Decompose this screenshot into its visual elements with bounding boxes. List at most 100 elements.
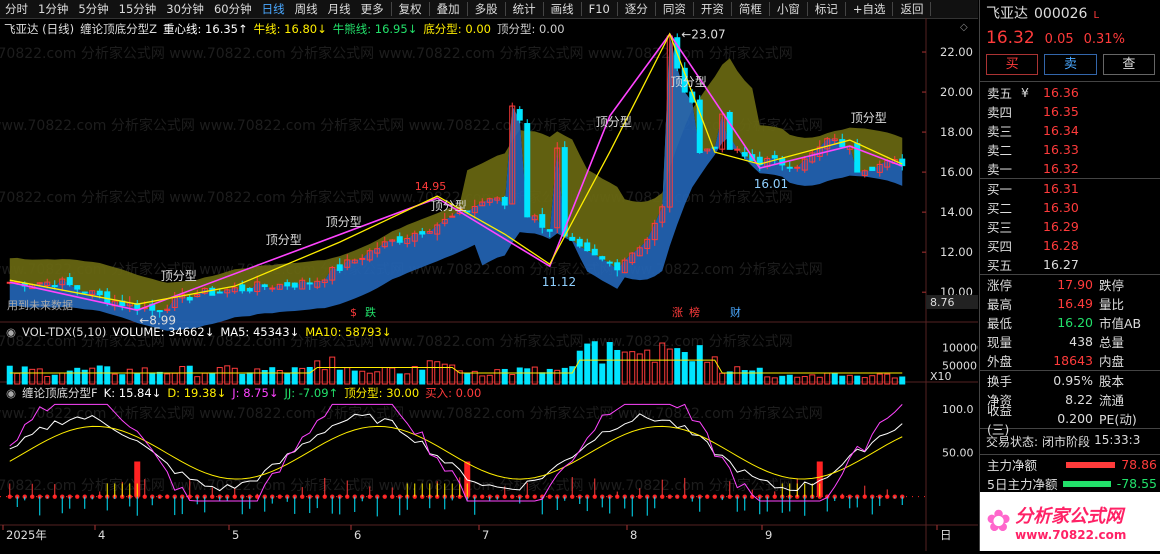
volume-bar[interactable] [606, 342, 613, 385]
volume-bar[interactable] [351, 370, 358, 385]
volume-bar[interactable] [576, 350, 583, 385]
volume-bar[interactable] [284, 372, 291, 385]
bid-row[interactable]: 买五 16.27 [980, 255, 1160, 274]
volume-bar[interactable] [636, 353, 643, 385]
volume-bar[interactable] [516, 367, 523, 385]
toolbar-tool-12[interactable]: +自选 [848, 1, 891, 17]
volume-bar[interactable] [644, 349, 651, 385]
toolbar-tool-4[interactable]: 画线 [546, 1, 579, 17]
kdj-indicator-name[interactable]: 缠论顶底分型F [22, 385, 98, 401]
volume-bar[interactable] [651, 361, 658, 385]
candle-body[interactable] [726, 111, 733, 150]
volume-bar[interactable] [194, 376, 201, 385]
volume-bar[interactable] [509, 374, 516, 385]
volume-bar[interactable] [816, 376, 823, 385]
candle-body[interactable] [306, 282, 313, 285]
volume-bar[interactable] [336, 369, 343, 385]
event-mark[interactable]: 财 [730, 305, 741, 319]
volume-bar[interactable] [546, 368, 553, 385]
volume-indicator-name[interactable]: VOL-TDX(5,10) [22, 325, 106, 339]
volume-bar[interactable] [629, 351, 636, 385]
toolbar-tool-0[interactable]: 复权 [394, 1, 427, 17]
ask-row[interactable]: 卖三 16.34 [980, 121, 1160, 140]
main-indicator-name[interactable]: 缠论顶底分型Z [80, 21, 157, 37]
volume-bar[interactable] [771, 377, 778, 385]
volume-bar[interactable] [884, 373, 891, 385]
candle-body[interactable] [734, 148, 741, 151]
toolbar-tool-8[interactable]: 开资 [696, 1, 729, 17]
volume-bar[interactable] [809, 374, 816, 385]
volume-bar[interactable] [599, 363, 606, 385]
volume-bar[interactable] [74, 367, 81, 385]
toolbar-tool-2[interactable]: 多股 [470, 1, 503, 17]
volume-bar[interactable] [726, 371, 733, 385]
volume-bar[interactable] [306, 366, 313, 385]
volume-bar[interactable] [846, 374, 853, 385]
volume-bar[interactable] [224, 365, 231, 385]
period-tab-4[interactable]: 30分钟 [161, 1, 209, 17]
volume-bar[interactable] [51, 374, 58, 385]
toolbar-tool-13[interactable]: 返回 [895, 1, 928, 17]
candle-body[interactable] [104, 291, 111, 304]
volume-bar[interactable] [501, 368, 508, 385]
volume-bar[interactable] [179, 366, 186, 385]
candle-body[interactable] [186, 296, 193, 301]
volume-bar[interactable] [839, 375, 846, 385]
volume-bar[interactable] [419, 369, 426, 385]
volume-bar[interactable] [426, 360, 433, 385]
candle-body[interactable] [794, 166, 801, 169]
candle-body[interactable] [599, 256, 606, 260]
candle-body[interactable] [591, 248, 598, 256]
candle-body[interactable] [449, 215, 456, 218]
expand-icon[interactable]: ◇ [960, 22, 968, 33]
volume-bar[interactable] [269, 367, 276, 385]
volume-bar[interactable] [861, 377, 868, 385]
candle-body[interactable] [359, 257, 366, 260]
volume-bar[interactable] [674, 348, 681, 385]
period-tab-9[interactable]: 更多 [356, 1, 389, 17]
candle-body[interactable] [516, 109, 523, 121]
event-mark[interactable]: 榜 [689, 305, 700, 319]
volume-bar[interactable] [434, 361, 441, 385]
candle-body[interactable] [66, 277, 73, 286]
volume-bar[interactable] [539, 372, 546, 385]
volume-bar[interactable] [689, 361, 696, 385]
candle-body[interactable] [869, 166, 876, 171]
candle-body[interactable] [419, 231, 426, 235]
candle-body[interactable] [269, 287, 276, 290]
volume-bar[interactable] [479, 375, 486, 385]
candle-body[interactable] [741, 152, 748, 157]
volume-bar[interactable] [734, 366, 741, 385]
volume-bar[interactable] [81, 369, 88, 385]
toolbar-tool-1[interactable]: 叠加 [432, 1, 465, 17]
period-tab-5[interactable]: 60分钟 [209, 1, 257, 17]
ask-row[interactable]: 卖二 16.33 [980, 140, 1160, 159]
volume-bar[interactable] [396, 373, 403, 385]
period-tab-7[interactable]: 周线 [290, 1, 323, 17]
volume-bar[interactable] [666, 348, 673, 385]
toolbar-tool-6[interactable]: 逐分 [620, 1, 653, 17]
event-mark[interactable]: 跌 [365, 305, 376, 319]
candle-body[interactable] [614, 262, 621, 271]
candle-body[interactable] [546, 229, 553, 232]
volume-bar[interactable] [464, 373, 471, 385]
volume-bar[interactable] [531, 366, 538, 385]
volume-bar[interactable] [756, 367, 763, 385]
period-tab-1[interactable]: 1分钟 [33, 1, 73, 17]
period-tab-0[interactable]: 分时 [0, 1, 33, 17]
candle-body[interactable] [261, 284, 268, 288]
volume-bar[interactable] [156, 371, 163, 385]
volume-bar[interactable] [209, 372, 216, 385]
candle-body[interactable] [291, 282, 298, 288]
volume-bar[interactable] [681, 352, 688, 385]
volume-bar[interactable] [854, 375, 861, 385]
ask-row[interactable]: 卖五 ¥16.36 [980, 83, 1160, 102]
event-mark[interactable]: $ [350, 306, 357, 319]
volume-bar[interactable] [291, 367, 298, 385]
candle-body[interactable] [336, 264, 343, 271]
candle-body[interactable] [606, 261, 613, 264]
candle-body[interactable] [584, 242, 591, 252]
candle-body[interactable] [156, 310, 163, 313]
query-button[interactable]: 查 [1102, 54, 1155, 75]
bid-row[interactable]: 买四 16.28 [980, 236, 1160, 255]
